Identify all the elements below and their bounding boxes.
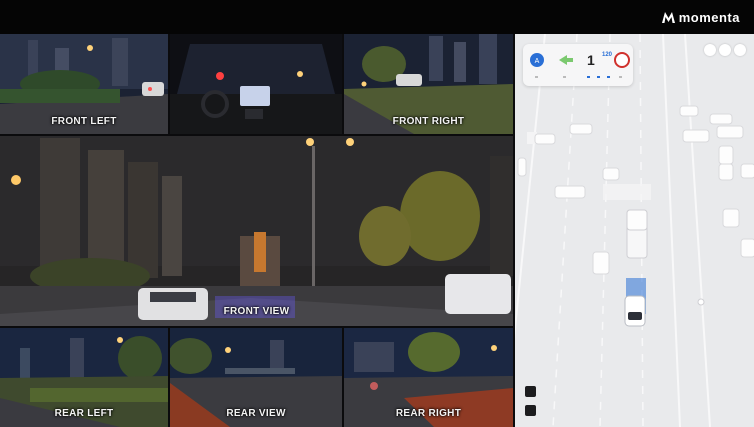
current-speed: 1 — [587, 52, 595, 68]
camera-front-left[interactable]: FRONT LEFT — [0, 34, 168, 134]
speed-limit: 120 — [602, 52, 613, 58]
camera-rear-right-label: REAR RIGHT — [395, 408, 462, 419]
camera-rear-left-label: REAR LEFT — [54, 408, 114, 419]
layers-icon[interactable] — [525, 386, 536, 397]
map-control-2[interactable] — [719, 44, 731, 56]
camera-front-left-label: FRONT LEFT — [51, 116, 117, 127]
camera-front-view-image — [0, 136, 513, 326]
momenta-logo-icon — [661, 12, 675, 23]
brand-logo: momenta — [661, 10, 740, 25]
map-controls — [704, 44, 746, 56]
camera-rear-left[interactable]: REAR LEFT — [0, 328, 168, 427]
map-control-1[interactable] — [704, 44, 716, 56]
camera-front-interior[interactable] — [170, 34, 342, 134]
camera-rear-right[interactable]: REAR RIGHT — [344, 328, 513, 427]
lane-map — [515, 34, 754, 427]
camera-front-right-label: FRONT RIGHT — [392, 116, 465, 127]
camera-rear-view[interactable]: REAR VIEW — [170, 328, 342, 427]
camera-rear-view-label: REAR VIEW — [226, 408, 286, 419]
brand-name: momenta — [678, 10, 740, 25]
camera-front-interior-image — [170, 34, 342, 134]
camera-front-view-label: FRONT VIEW — [223, 306, 290, 317]
camera-front-view[interactable]: FRONT VIEW — [0, 136, 513, 326]
camera-front-right[interactable]: FRONT RIGHT — [344, 34, 513, 134]
svg-text:A: A — [535, 58, 540, 65]
lane-map-panel[interactable]: A 1 120 — [515, 34, 754, 427]
hud-icons: A — [530, 52, 630, 78]
map-control-3[interactable] — [734, 44, 746, 56]
top-bar: momenta — [0, 0, 754, 34]
expand-icon[interactable] — [525, 405, 536, 416]
speed-hud: A 1 120 — [523, 44, 633, 86]
